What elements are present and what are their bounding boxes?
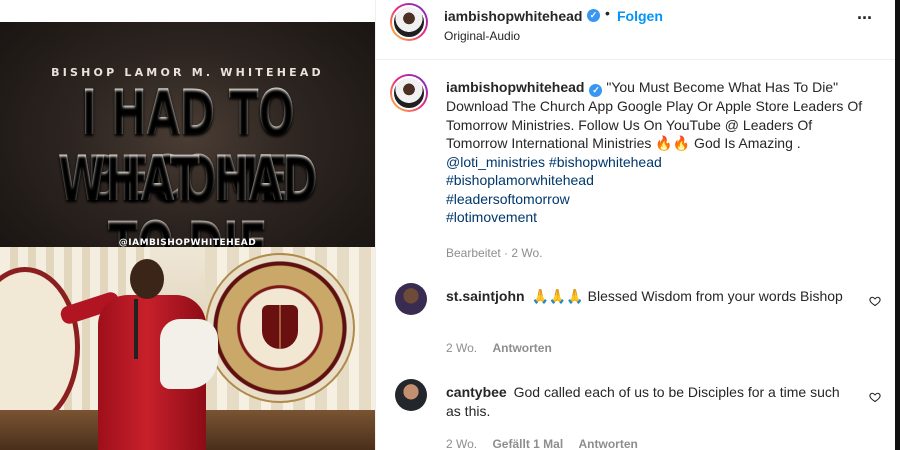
comment-likes[interactable]: Gefällt 1 Mal: [492, 437, 563, 450]
comment-body: st.saintjohn 🙏🙏🙏 Blessed Wisdom from you…: [446, 287, 856, 306]
reply-button[interactable]: Antworten: [492, 341, 551, 355]
poster-photo: [0, 247, 375, 450]
commenter-username[interactable]: cantybee: [446, 384, 507, 400]
speaker-head: [130, 259, 164, 299]
caption-body: iambishopwhitehead ✓ "You Must Become Wha…: [446, 78, 876, 227]
caption-tag[interactable]: #bishoplamorwhitehead: [446, 171, 876, 190]
caption-meta: Bearbeitet · 2 Wo.: [446, 246, 543, 260]
caption-tag[interactable]: #lotimovement: [446, 208, 876, 227]
speaker-surplice: [160, 319, 218, 389]
like-heart-icon[interactable]: [869, 391, 881, 403]
post-media[interactable]: BISHOP LAMOR M. WHITEHEAD I HAD TO BECOM…: [0, 0, 375, 450]
caption-avatar[interactable]: [390, 74, 428, 112]
comment-meta: 2 Wo. Antworten: [446, 341, 564, 355]
caption-tag[interactable]: #leadersoftomorrow: [446, 190, 876, 209]
comment-time: 2 Wo.: [446, 437, 478, 450]
more-options-icon[interactable]: ···: [857, 8, 873, 29]
speaker-figure: [58, 249, 220, 450]
ministry-seal: [205, 253, 355, 403]
caption-tag[interactable]: #bishopwhitehead: [549, 154, 662, 170]
commenter-username[interactable]: st.saintjohn: [446, 288, 525, 304]
comment-meta: 2 Wo. Gefällt 1 Mal Antworten: [446, 437, 650, 450]
author-avatar[interactable]: [390, 3, 428, 41]
microphone: [134, 299, 138, 359]
author-username[interactable]: iambishopwhitehead: [444, 8, 582, 24]
window-edge: [895, 0, 900, 450]
audio-label[interactable]: Original-Audio: [444, 29, 520, 43]
caption-username[interactable]: iambishopwhitehead: [446, 79, 584, 95]
comment-text: 🙏🙏🙏 Blessed Wisdom from your words Bisho…: [531, 288, 843, 304]
post-header: iambishopwhitehead ✓ • Folgen Original-A…: [376, 0, 896, 60]
separator-dot: •: [605, 5, 610, 21]
comment-time: 2 Wo.: [446, 341, 478, 355]
comment-body: cantybee God called each of us to be Dis…: [446, 383, 856, 420]
like-heart-icon[interactable]: [869, 295, 881, 307]
poster-title-area: BISHOP LAMOR M. WHITEHEAD I HAD TO BECOM…: [0, 0, 375, 278]
verified-badge-icon: ✓: [587, 9, 600, 22]
follow-button[interactable]: Folgen: [617, 8, 663, 24]
post-sidebar: iambishopwhitehead ✓ • Folgen Original-A…: [375, 0, 896, 450]
reply-button[interactable]: Antworten: [579, 437, 638, 450]
commenter-avatar[interactable]: [395, 379, 427, 411]
caption-tag[interactable]: @loti_ministries: [446, 154, 545, 170]
commenter-avatar[interactable]: [395, 283, 427, 315]
verified-badge-icon: ✓: [589, 84, 603, 97]
